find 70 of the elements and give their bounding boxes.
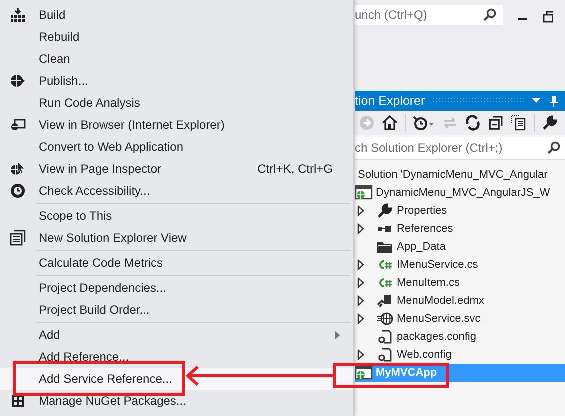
- home-icon[interactable]: [382, 115, 398, 131]
- package-grid-icon: [10, 393, 26, 409]
- dropdown-icon[interactable]: [532, 98, 541, 104]
- tree-item[interactable]: DynamicMenu_MVC_AngularJS_W: [355, 184, 565, 202]
- tree-item-label: MenuModel.edmx: [397, 295, 484, 307]
- menu-item[interactable]: View in Browser (Internet Explorer): [0, 114, 353, 136]
- menu-item[interactable]: Project Build Order...: [0, 299, 353, 321]
- menu-item[interactable]: Rebuild: [0, 26, 353, 48]
- tree-item-label: Solution 'DynamicMenu_MVC_Angular: [358, 169, 548, 181]
- restore-icon[interactable]: [543, 11, 553, 23]
- config-file-icon: [376, 347, 394, 363]
- globe-arrow-icon: [10, 73, 26, 89]
- tree-item-label: MenuItem.cs: [397, 277, 460, 289]
- menu-item[interactable]: Check Accessibility...: [0, 180, 353, 202]
- wrench-icon: [376, 203, 394, 219]
- history-icon[interactable]: [413, 115, 435, 131]
- browser-icon: [10, 117, 26, 133]
- tree-item[interactable]: Web.config: [355, 346, 565, 364]
- menu-item[interactable]: Add Service Reference...: [0, 368, 353, 390]
- globe-pointer-icon: [10, 161, 26, 177]
- tree-item[interactable]: References: [355, 220, 565, 238]
- tree-item[interactable]: MenuService.svc: [355, 310, 565, 328]
- menu-item[interactable]: View in Page Inspector Ctrl+K, Ctrl+G: [0, 158, 353, 180]
- quick-launch-field[interactable]: unch (Ctrl+Q): [355, 5, 503, 25]
- tree-item[interactable]: MenuItem.cs: [355, 274, 565, 292]
- tree-item[interactable]: MenuModel.edmx: [355, 292, 565, 310]
- menu-item[interactable]: Build: [0, 4, 353, 26]
- globe-service-icon: [376, 311, 394, 327]
- refresh-icon[interactable]: [465, 115, 481, 131]
- tree-item-label: IMenuService.cs: [397, 259, 478, 271]
- menu-item[interactable]: Manage NuGet Packages...: [0, 390, 353, 412]
- menu-item[interactable]: Publish...: [0, 70, 353, 92]
- tree-item-label: References: [397, 223, 454, 235]
- pin-icon[interactable]: [549, 94, 559, 108]
- menu-item[interactable]: Clean: [0, 48, 353, 70]
- new-view-icon: [10, 230, 26, 246]
- clock-icon: [10, 183, 26, 199]
- wrench-icon[interactable]: [542, 115, 558, 131]
- menu-item[interactable]: Calculate Code Metrics: [0, 252, 353, 274]
- tree-item-label: Properties: [397, 205, 448, 217]
- tree-item[interactable]: Solution 'DynamicMenu_MVC_Angular: [355, 166, 565, 184]
- tree-item-label: packages.config: [397, 331, 476, 343]
- shortcut-text: Ctrl+K, Ctrl+G: [258, 162, 333, 176]
- search-icon: [547, 141, 561, 155]
- data-model-icon: [376, 293, 394, 309]
- folder-icon: [376, 239, 394, 255]
- tree-item[interactable]: IMenuService.cs: [355, 256, 565, 274]
- menu-item[interactable]: Project Dependencies...: [0, 277, 353, 299]
- panel-title: tion Explorer: [355, 94, 426, 108]
- menu-item[interactable]: Add Reference...: [0, 346, 353, 368]
- config-file-icon: [376, 329, 394, 345]
- menu-item[interactable]: Scope to This: [0, 205, 353, 227]
- tree-item[interactable]: Properties: [355, 202, 565, 220]
- menu-item[interactable]: New Solution Explorer View: [0, 227, 353, 249]
- menu-item[interactable]: Run Code Analysis: [0, 92, 353, 114]
- tree-item-label: MenuService.svc: [397, 313, 481, 325]
- tree-item-label: App_Data: [397, 241, 446, 253]
- web-project-icon: [355, 365, 373, 381]
- tree-item-label: MyMVCApp: [376, 367, 438, 379]
- show-all-files-icon[interactable]: [511, 115, 527, 131]
- build-icon: [10, 7, 26, 23]
- search-icon: [483, 8, 497, 22]
- tree-item[interactable]: packages.config: [355, 328, 565, 346]
- tree-item-label: Web.config: [397, 349, 452, 361]
- menu-item[interactable]: Add: [0, 324, 353, 346]
- menu-item[interactable]: Convert to Web Application: [0, 136, 353, 158]
- tree-item[interactable]: App_Data: [355, 238, 565, 256]
- collapse-all-icon[interactable]: [488, 115, 504, 131]
- search-field[interactable]: ch Solution Explorer (Ctrl+;): [355, 137, 565, 160]
- tree-item-label: DynamicMenu_MVC_AngularJS_W: [376, 187, 550, 199]
